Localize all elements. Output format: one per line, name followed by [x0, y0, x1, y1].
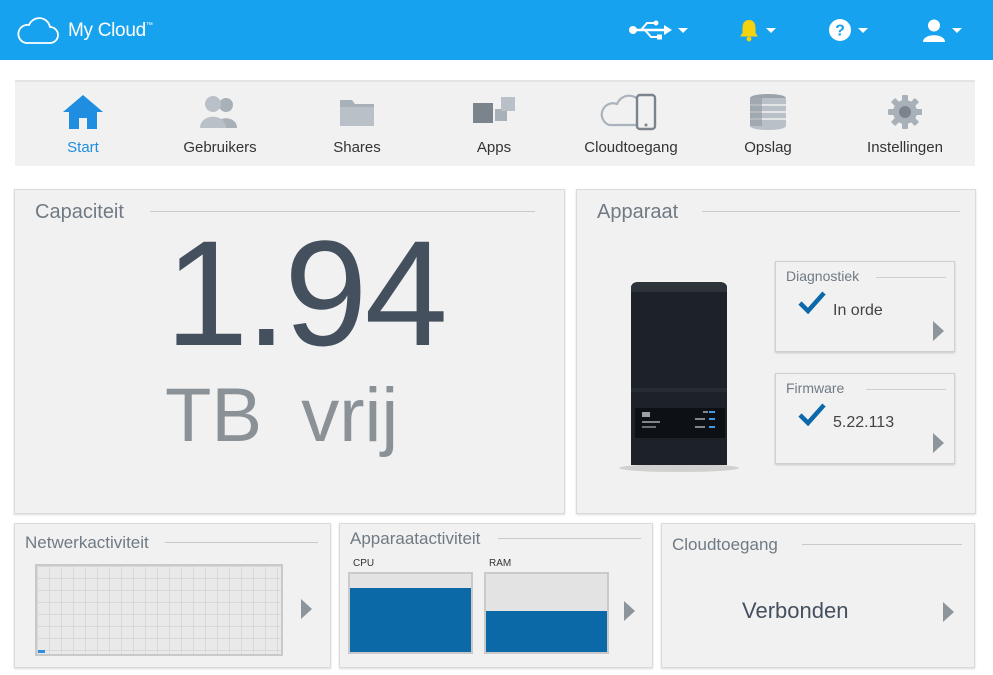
nav-label: Instellingen	[867, 139, 943, 156]
diagnostics-title: Diagnostiek	[786, 268, 868, 284]
nav-label: Apps	[476, 139, 512, 156]
chevron-right-icon[interactable]	[943, 602, 954, 622]
capacity-value: 1.94	[165, 209, 448, 377]
diagnostics-card[interactable]: Diagnostiek In orde	[775, 261, 955, 352]
nav-item-opslag[interactable]: Opslag	[708, 82, 828, 166]
chevron-down-icon	[952, 27, 962, 33]
nav-item-start[interactable]: Start	[23, 82, 143, 166]
nav-item-shares[interactable]: Shares	[297, 82, 417, 166]
panel-title: Cloudtoegang	[672, 535, 792, 555]
nav-item-cloudtoegang[interactable]: Cloudtoegang	[571, 82, 691, 166]
cloud-access-panel: Cloudtoegang Verbonden	[661, 523, 975, 668]
nav-label: Cloudtoegang	[584, 139, 678, 156]
top-bar: My Cloud™ ?	[0, 0, 993, 60]
title-divider	[165, 542, 318, 543]
storage-icon	[750, 94, 786, 130]
network-graph	[35, 564, 283, 656]
main-nav: Start Gebruikers Shares Apps Cloudtoegan…	[15, 80, 975, 166]
panel-title: Apparaatactiviteit	[350, 529, 495, 549]
graph-line	[38, 650, 45, 653]
capacity-panel: Capaciteit 1.94 TB vrij	[14, 189, 565, 514]
firmware-version: 5.22.113	[833, 414, 895, 431]
cloud-status: Verbonden	[742, 598, 849, 623]
nav-item-instellingen[interactable]: Instellingen	[845, 82, 965, 166]
device-panel: Apparaat Diagnostiek In orde Firmware 5.…	[576, 189, 976, 514]
capacity-unit: TB vrij	[165, 373, 399, 458]
check-icon	[798, 403, 826, 426]
bell-icon	[740, 20, 758, 42]
cpu-meter	[348, 572, 473, 654]
cpu-label: CPU	[353, 558, 375, 569]
panel-title: Capaciteit	[35, 201, 138, 224]
ram-label: RAM	[489, 558, 512, 569]
panel-title: Apparaat	[597, 201, 693, 224]
ram-fill	[486, 610, 607, 652]
nav-item-apps[interactable]: Apps	[434, 82, 554, 166]
network-activity-panel: Netwerkactiviteit	[14, 523, 331, 668]
user-icon	[923, 19, 945, 42]
title-divider	[876, 277, 946, 278]
apps-icon	[473, 97, 515, 123]
chevron-right-icon[interactable]	[933, 433, 944, 453]
nav-label: Gebruikers	[183, 139, 257, 156]
diagnostics-status: In orde	[833, 302, 883, 319]
chevron-right-icon[interactable]	[624, 601, 635, 621]
folder-icon	[340, 100, 374, 126]
user-menu-button[interactable]	[922, 14, 962, 46]
firmware-title: Firmware	[786, 380, 853, 396]
chevron-right-icon[interactable]	[933, 321, 944, 341]
logo-text: My Cloud™	[68, 20, 153, 41]
device-activity-panel: Apparaatactiviteit CPU RAM	[339, 523, 653, 668]
panel-title: Netwerkactiviteit	[25, 533, 163, 553]
help-icon: ?	[829, 19, 851, 41]
nav-label: Start	[67, 139, 99, 156]
device-image	[619, 282, 739, 472]
cloud-logo-icon	[17, 17, 59, 44]
title-divider	[802, 544, 962, 545]
check-icon	[798, 291, 826, 314]
cpu-fill	[350, 588, 471, 652]
nav-item-gebruikers[interactable]: Gebruikers	[160, 82, 280, 166]
title-divider	[866, 389, 946, 390]
logo[interactable]: My Cloud™	[16, 17, 153, 45]
chevron-right-icon[interactable]	[301, 599, 312, 619]
chevron-down-icon	[766, 27, 776, 33]
title-divider	[498, 538, 641, 539]
help-button[interactable]: ?	[828, 14, 868, 46]
usb-menu-button[interactable]	[628, 14, 688, 46]
chevron-down-icon	[678, 27, 688, 33]
usb-icon	[629, 20, 672, 40]
home-icon	[63, 95, 103, 129]
users-icon	[200, 96, 237, 128]
gear-icon	[888, 95, 922, 129]
nav-label: Shares	[333, 139, 381, 156]
title-divider	[702, 211, 960, 212]
svg-text:?: ?	[835, 23, 845, 40]
nav-label: Opslag	[744, 139, 792, 156]
notifications-button[interactable]	[738, 14, 776, 46]
cloud-device-icon	[600, 93, 657, 131]
ram-meter	[484, 572, 609, 654]
chevron-down-icon	[858, 27, 868, 33]
firmware-card[interactable]: Firmware 5.22.113	[775, 373, 955, 464]
